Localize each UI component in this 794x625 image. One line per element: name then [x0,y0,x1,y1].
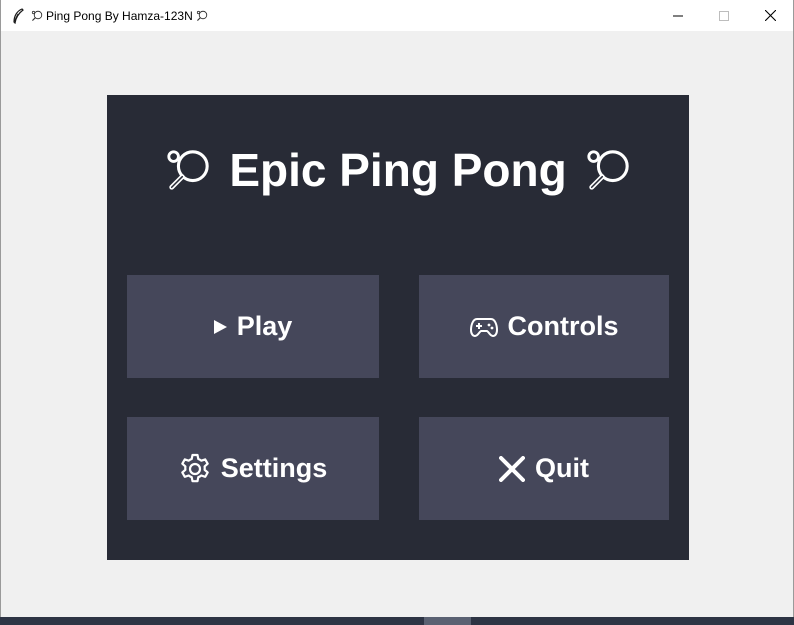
ping-pong-paddle-icon [196,10,208,22]
ping-pong-paddle-icon [31,10,43,22]
maximize-icon [719,10,729,21]
controls-button[interactable]: Controls [419,275,669,378]
controls-button-label: Controls [507,311,619,341]
close-icon [764,10,776,21]
maximize-button[interactable] [701,0,747,31]
ping-pong-paddle-icon [165,147,211,193]
quit-button-label: Quit [535,453,589,483]
close-button[interactable] [747,0,793,31]
play-button[interactable]: Play [127,275,379,378]
heading-text: Epic Ping Pong [229,144,567,196]
play-button-label: Play [236,311,293,341]
settings-button-label: Settings [220,453,328,483]
gear-icon [179,453,211,485]
minimize-button[interactable] [655,0,701,31]
ping-pong-paddle-icon [585,147,631,193]
page-title: Epic Ping Pong [107,140,689,200]
app-window: Ping Pong By Hamza-123N Epic Ping Pong P… [0,0,794,617]
taskbar-strip [0,617,794,625]
play-triangle-icon [213,319,227,334]
main-menu-panel: Epic Ping Pong Play Controls Settings Qu… [107,95,689,560]
taskbar-item[interactable] [424,617,471,625]
window-controls [655,0,793,31]
quit-button[interactable]: Quit [419,417,669,520]
minimize-icon [673,11,683,21]
x-mark-icon [499,455,525,482]
settings-button[interactable]: Settings [127,417,379,520]
window-title: Ping Pong By Hamza-123N [31,9,208,23]
window-title-label: Ping Pong By Hamza-123N [46,8,193,23]
feather-icon [10,7,26,24]
gamepad-icon [469,317,498,337]
title-bar[interactable]: Ping Pong By Hamza-123N [1,0,793,31]
